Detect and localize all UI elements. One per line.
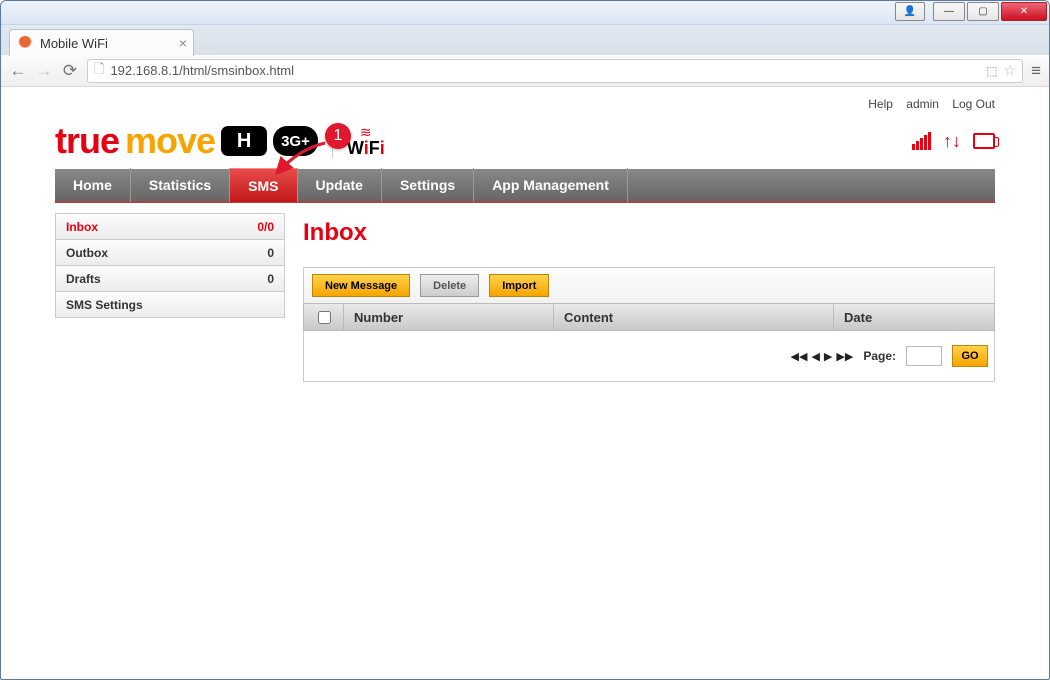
go-button[interactable]: GO — [952, 345, 988, 367]
signal-icon — [912, 132, 931, 150]
sidebar-item-label: Outbox — [66, 246, 108, 260]
last-page-icon[interactable]: ▶▶ — [836, 350, 853, 363]
main-nav: Home Statistics SMS Update Settings App … — [55, 169, 995, 203]
page-label: Page: — [863, 349, 896, 363]
tab-close-icon[interactable]: × — [179, 35, 187, 51]
badge-3g: 3G+ — [273, 126, 318, 156]
tab-title: Mobile WiFi — [40, 36, 108, 51]
import-button[interactable]: Import — [489, 274, 549, 297]
sidebar-item-count: 0/0 — [257, 220, 274, 234]
sidebar-item-sms-settings[interactable]: SMS Settings — [55, 291, 285, 318]
translate-icon[interactable]: ⬚ — [986, 64, 997, 78]
pager-nav: ◀◀ ◀ ▶ ▶▶ — [791, 350, 854, 363]
nav-statistics[interactable]: Statistics — [131, 168, 230, 202]
favicon-icon — [18, 36, 32, 50]
next-page-icon[interactable]: ▶ — [824, 350, 832, 363]
pager: ◀◀ ◀ ▶ ▶▶ Page: GO — [303, 331, 995, 382]
page-input[interactable] — [906, 346, 942, 366]
page-viewport: Help admin Log Out true move H 3G+ ≋ WiF… — [2, 87, 1048, 678]
address-bar: ← → ⟳ 🗋 192.168.8.1/html/smsinbox.html ⬚… — [1, 55, 1049, 87]
sidebar-item-count: 0 — [267, 246, 274, 260]
sidebar-item-label: Inbox — [66, 220, 98, 234]
first-page-icon[interactable]: ◀◀ — [791, 350, 808, 363]
content-area: Inbox New Message Delete Import Number C… — [303, 213, 995, 382]
wifi-logo: ≋ WiFi — [347, 125, 385, 157]
sidebar-item-outbox[interactable]: Outbox 0 — [55, 239, 285, 266]
col-content: Content — [554, 304, 834, 330]
browser-tab[interactable]: Mobile WiFi × — [9, 29, 194, 56]
page-title: Inbox — [303, 219, 995, 247]
logo-move: move — [125, 120, 215, 162]
battery-icon — [973, 133, 995, 149]
nav-home[interactable]: Home — [55, 168, 131, 202]
minimize-button[interactable]: — — [933, 2, 965, 21]
bookmark-star-icon[interactable]: ☆ — [1004, 62, 1017, 79]
nav-sms[interactable]: SMS — [230, 168, 297, 202]
col-date: Date — [834, 304, 994, 330]
prev-page-icon[interactable]: ◀ — [811, 350, 819, 363]
maximize-button[interactable]: ▢ — [967, 2, 999, 21]
sidebar-item-label: Drafts — [66, 272, 101, 286]
close-button[interactable]: ✕ — [1001, 2, 1047, 21]
wifi-arc-icon: ≋ — [360, 125, 372, 139]
toolbar: New Message Delete Import — [303, 267, 995, 303]
table-header: Number Content Date — [303, 303, 995, 331]
window-titlebar: 👤 — ▢ ✕ — [1, 1, 1049, 25]
url-box[interactable]: 🗋 192.168.8.1/html/smsinbox.html ⬚ ☆ — [87, 59, 1023, 83]
nav-app-management[interactable]: App Management — [474, 168, 628, 202]
tab-strip: Mobile WiFi × — [1, 25, 1049, 55]
sidebar: Inbox 0/0 Outbox 0 Drafts 0 SMS Settings — [55, 213, 285, 318]
sidebar-item-inbox[interactable]: Inbox 0/0 — [55, 213, 285, 240]
sidebar-item-label: SMS Settings — [66, 298, 143, 312]
nav-update[interactable]: Update — [298, 168, 382, 202]
col-number: Number — [344, 304, 554, 330]
annotation-step-1: 1 — [325, 123, 351, 149]
top-links: Help admin Log Out — [55, 95, 995, 113]
admin-link[interactable]: admin — [906, 97, 939, 111]
status-icons: ↑↓ — [912, 131, 995, 152]
col-checkbox — [304, 304, 344, 330]
select-all-checkbox[interactable] — [318, 311, 331, 324]
delete-button[interactable]: Delete — [420, 274, 479, 297]
header: true move H 3G+ ≋ WiFi ↑↓ — [55, 113, 995, 169]
forward-icon[interactable]: → — [35, 61, 53, 81]
url-text: 192.168.8.1/html/smsinbox.html — [110, 63, 980, 78]
help-link[interactable]: Help — [868, 97, 893, 111]
badge-h: H — [221, 126, 267, 156]
data-transfer-icon: ↑↓ — [943, 131, 961, 152]
back-icon[interactable]: ← — [9, 61, 27, 81]
reload-icon[interactable]: ⟳ — [61, 61, 79, 81]
new-message-button[interactable]: New Message — [312, 274, 410, 297]
sidebar-item-count: 0 — [267, 272, 274, 286]
logo-true: true — [55, 120, 119, 162]
sidebar-item-drafts[interactable]: Drafts 0 — [55, 265, 285, 292]
menu-icon[interactable]: ≡ — [1031, 61, 1041, 81]
page-icon: 🗋 — [94, 60, 104, 82]
user-icon[interactable]: 👤 — [895, 2, 925, 21]
wifi-text: WiFi — [347, 139, 385, 157]
logout-link[interactable]: Log Out — [952, 97, 995, 111]
nav-settings[interactable]: Settings — [382, 168, 474, 202]
browser-window: 👤 — ▢ ✕ Mobile WiFi × ← → ⟳ 🗋 192.168.8.… — [0, 0, 1050, 680]
